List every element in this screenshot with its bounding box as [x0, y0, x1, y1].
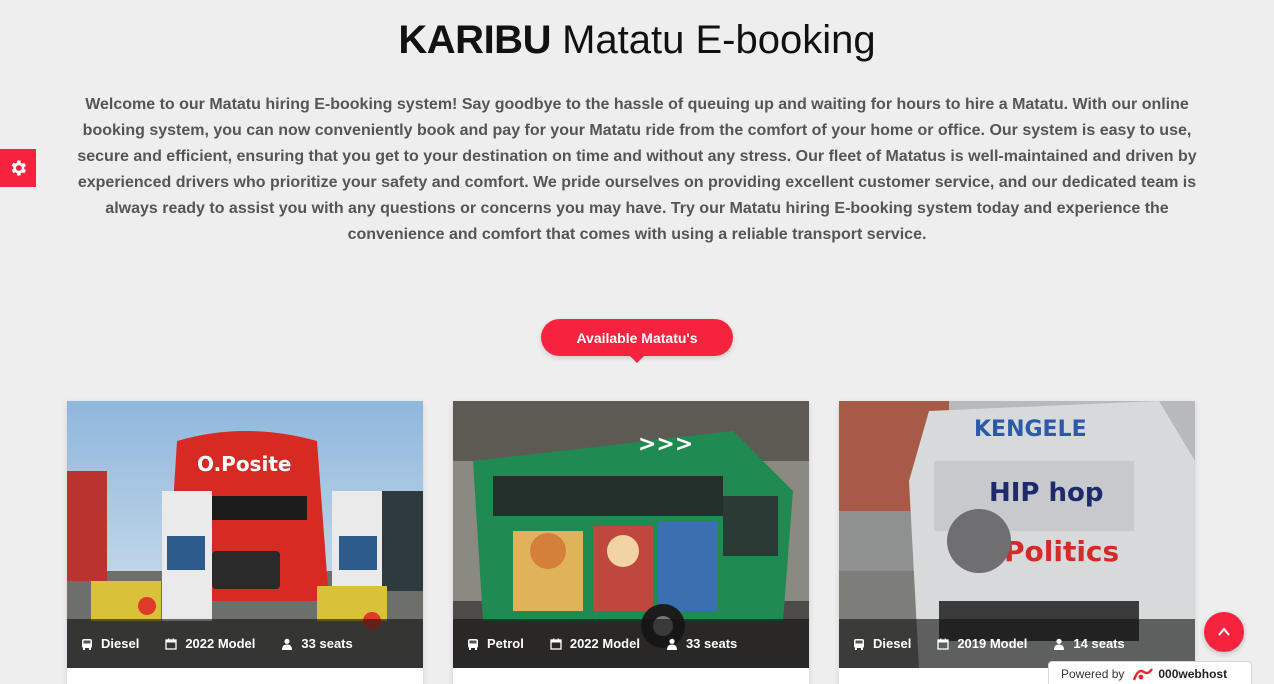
seats-label: 14 seats [1073, 636, 1125, 651]
fuel-type: Diesel [81, 636, 139, 651]
available-matatus-heading: Available Matatu's [541, 319, 733, 363]
user-icon [1054, 638, 1065, 650]
matatu-card[interactable]: O.Posite Diesel 2022 Model 33 seats [67, 401, 423, 684]
model-year: 2022 Model [550, 636, 640, 651]
matatu-card[interactable]: KENGELE HIP hop Politics Diesel 2019 Mod… [839, 401, 1195, 684]
bus-icon [468, 638, 478, 650]
seat-count: 14 seats [1053, 636, 1125, 651]
seats-label: 33 seats [301, 636, 353, 651]
matatu-card[interactable]: >>> Petrol 2022 Model 33 seats [453, 401, 809, 684]
page-title: KARIBU Matatu E-booking [0, 16, 1274, 64]
svg-text:>>>: >>> [638, 432, 693, 457]
user-icon [666, 638, 677, 650]
host-name: 000webhost [1158, 667, 1228, 681]
fuel-label: Diesel [873, 636, 912, 651]
svg-text:KENGELE: KENGELE [974, 417, 1087, 442]
svg-text:O.Posite: O.Posite [197, 452, 291, 476]
gear-icon [11, 160, 27, 176]
seat-count: 33 seats [281, 636, 353, 651]
webhost-logo-icon [1133, 668, 1154, 681]
seat-count: 33 seats [666, 636, 737, 651]
page-title-bold: KARIBU [398, 18, 551, 62]
model-year: 2019 Model [937, 636, 1027, 651]
fuel-label: Petrol [487, 636, 524, 651]
user-icon [282, 638, 293, 650]
matatu-meta-bar: Petrol 2022 Model 33 seats [453, 619, 809, 668]
svg-text:HIP hop: HIP hop [989, 478, 1104, 508]
chevron-up-icon [1218, 627, 1230, 636]
fuel-type: Diesel [853, 636, 911, 651]
calendar-icon [165, 638, 177, 650]
model-year: 2022 Model [165, 636, 255, 651]
seats-label: 33 seats [685, 636, 738, 651]
bus-icon [854, 638, 864, 650]
scroll-to-top-button[interactable] [1204, 612, 1244, 652]
model-label: 2022 Model [569, 636, 640, 651]
settings-toggle-button[interactable] [0, 149, 36, 187]
model-label: 2019 Model [957, 636, 1028, 651]
powered-by-badge[interactable]: Powered by 000webhost [1048, 661, 1252, 684]
powered-by-label: Powered by [1061, 667, 1125, 681]
intro-paragraph: Welcome to our Matatu hiring E-booking s… [77, 96, 1197, 243]
calendar-icon [937, 638, 949, 650]
bus-icon [82, 638, 92, 650]
model-label: 2022 Model [185, 636, 256, 651]
page-title-light: Matatu E-booking [562, 18, 876, 62]
matatu-meta-bar: Diesel 2022 Model 33 seats [67, 619, 423, 668]
fuel-label: Diesel [101, 636, 140, 651]
svg-text:Politics: Politics [1004, 535, 1119, 568]
fuel-type: Petrol [467, 636, 524, 651]
calendar-icon [550, 638, 562, 650]
